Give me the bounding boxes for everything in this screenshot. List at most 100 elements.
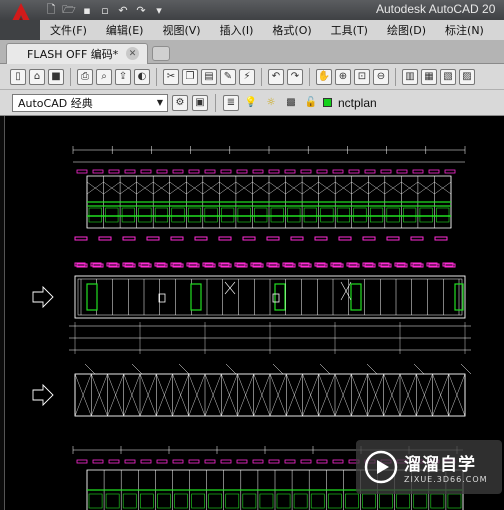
green-panel [88, 493, 103, 509]
menu-edit[interactable]: 编辑(E) [96, 22, 153, 38]
menu-format[interactable]: 格式(O) [262, 22, 320, 38]
green-panel [362, 493, 376, 509]
sheet-set-icon[interactable]: ▨ [459, 68, 475, 85]
zoom-window-icon[interactable]: ⊡ [354, 68, 370, 85]
layer-viewport-icon[interactable]: ▩ [283, 95, 299, 111]
layer-on-lightbulb-icon[interactable]: 💡 [243, 95, 259, 111]
green-panel [88, 207, 102, 223]
green-door [274, 283, 286, 311]
menu-insert[interactable]: 插入(I) [210, 22, 263, 38]
toolbar-divider [70, 67, 71, 86]
design-center-icon[interactable]: ▦ [421, 68, 437, 85]
label-mark [92, 169, 104, 174]
open-icon[interactable]: 🗁 [62, 3, 76, 17]
publish-icon[interactable]: ⇪ [115, 68, 131, 85]
zoom-previous-icon[interactable]: ⊖ [373, 68, 389, 85]
label-mark [268, 169, 280, 174]
roof-tick [225, 363, 237, 375]
document-tab-bar: FLASH OFF 编码* ✕ [0, 40, 504, 64]
green-panel [276, 493, 291, 509]
magenta-label [194, 236, 208, 241]
workspace-dropdown[interactable]: AutoCAD 经典 ▼ [12, 93, 168, 112]
new-icon[interactable]: 🗋 [44, 3, 58, 17]
cut-icon[interactable]: ✂ [163, 68, 179, 85]
menu-file[interactable]: 文件(F) [40, 22, 96, 38]
undo-toolbar-icon[interactable]: ↶ [268, 68, 284, 85]
green-panel [353, 207, 367, 223]
menu-draw[interactable]: 绘图(D) [377, 22, 435, 38]
save-file-icon[interactable]: ■ [48, 68, 64, 85]
green-panel [430, 493, 445, 509]
green-panel [174, 493, 188, 509]
green-panel [345, 493, 359, 509]
pan-icon[interactable]: ✋ [316, 68, 332, 85]
plot-icon[interactable]: ⎙ [77, 68, 93, 85]
3d-dwf-icon[interactable]: ◐ [134, 68, 150, 85]
roof-tick [366, 363, 378, 375]
close-icon[interactable]: ✕ [126, 47, 139, 60]
layer-manager-icon[interactable]: ≣ [223, 94, 239, 111]
green-panel [419, 207, 433, 223]
label-mark [268, 459, 280, 464]
layer-lock-icon[interactable]: 🔓 [303, 95, 319, 111]
label-mark [204, 459, 216, 464]
menu-view[interactable]: 视图(V) [152, 22, 209, 38]
magenta-label [146, 236, 160, 241]
properties-icon[interactable]: ▥ [402, 68, 418, 85]
label-mark [364, 169, 376, 174]
label-mark [380, 169, 392, 174]
plan-detail [272, 293, 280, 303]
label-mark [140, 459, 152, 464]
green-panel [139, 493, 154, 509]
label-mark [332, 459, 344, 464]
redo-icon[interactable]: ↷ [134, 3, 148, 17]
label-mark [188, 169, 200, 174]
green-door [350, 283, 362, 311]
magenta-label [338, 236, 352, 241]
workspace-save-icon[interactable]: ▣ [192, 94, 208, 111]
green-panel [396, 493, 411, 509]
green-panel [105, 493, 120, 509]
save-as-icon[interactable]: ▫ [98, 3, 112, 17]
qnew-icon[interactable]: ▯ [10, 68, 26, 85]
green-panel [447, 493, 462, 509]
workspace-layer-toolbar: AutoCAD 经典 ▼ ⚙ ▣ ≣ 💡 ☼ ▩ 🔓 nctplan [0, 90, 504, 116]
zoom-realtime-icon[interactable]: ⊕ [335, 68, 351, 85]
label-mark [92, 459, 104, 464]
watermark-subtitle: ZIXUE.3D66.COM [404, 475, 488, 484]
magenta-label [410, 236, 424, 241]
label-mark [76, 169, 88, 174]
new-tab-button[interactable] [152, 46, 170, 61]
menu-bar: 文件(F) 编辑(E) 视图(V) 插入(I) 格式(O) 工具(T) 绘图(D… [40, 20, 504, 40]
roof-tick [319, 363, 331, 375]
open-file-icon[interactable]: ⌂ [29, 68, 45, 85]
green-panel [171, 207, 185, 223]
menu-dimension[interactable]: 标注(N) [435, 22, 493, 38]
block-editor-icon[interactable]: ⚡ [239, 68, 255, 85]
green-panel [208, 493, 223, 509]
green-panel [270, 207, 284, 223]
paste-icon[interactable]: ▤ [201, 68, 217, 85]
label-mark [284, 169, 296, 174]
redo-toolbar-icon[interactable]: ↷ [287, 68, 303, 85]
label-mark [204, 169, 216, 174]
label-mark [108, 459, 120, 464]
menu-tools[interactable]: 工具(T) [321, 22, 377, 38]
customize-icon[interactable]: ▾ [152, 3, 166, 17]
layer-thaw-sun-icon[interactable]: ☼ [263, 95, 279, 111]
copy-icon[interactable]: ❐ [182, 68, 198, 85]
magenta-label [74, 236, 88, 241]
undo-icon[interactable]: ↶ [116, 3, 130, 17]
tool-palettes-icon[interactable]: ▧ [440, 68, 456, 85]
plot-preview-icon[interactable]: ⌕ [96, 68, 112, 85]
label-mark [156, 169, 168, 174]
roof-tick [131, 363, 143, 375]
workspace-settings-icon[interactable]: ⚙ [172, 94, 188, 111]
match-properties-icon[interactable]: ✎ [220, 68, 236, 85]
standard-toolbar: ▯ ⌂ ■ ⎙ ⌕ ⇪ ◐ ✂ ❐ ▤ ✎ ⚡ ↶ ↷ ✋ ⊕ ⊡ ⊖ ▥ ▦ … [0, 64, 504, 90]
tab-active-document[interactable]: FLASH OFF 编码* ✕ [6, 43, 148, 64]
green-panel [157, 493, 171, 509]
green-panel [369, 207, 384, 223]
save-icon[interactable]: ▪ [80, 3, 94, 17]
label-mark [220, 459, 232, 464]
